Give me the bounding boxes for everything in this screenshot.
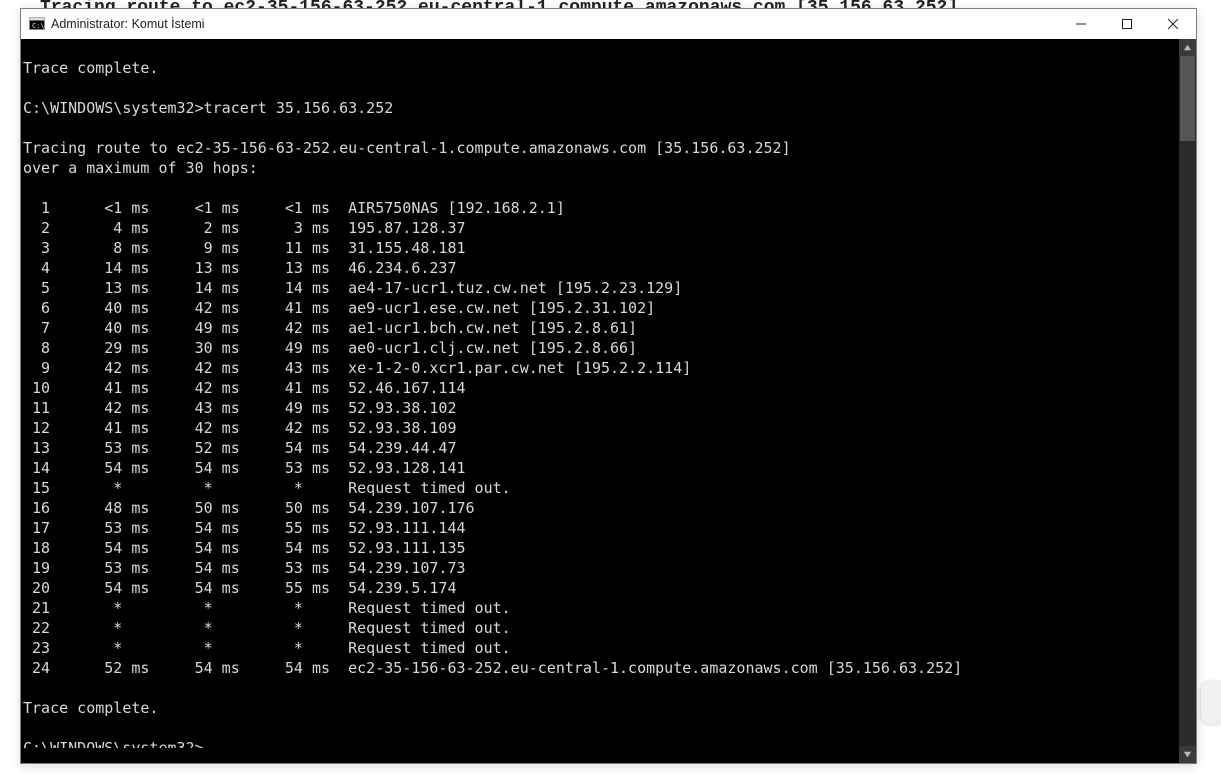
scrollbar-track[interactable] xyxy=(1179,56,1196,746)
close-button[interactable] xyxy=(1150,9,1196,39)
side-widget xyxy=(1201,680,1221,724)
command-prompt-window: C:\ Administrator: Komut İstemi Trace co… xyxy=(20,8,1197,764)
svg-text:C:\: C:\ xyxy=(32,22,45,30)
terminal-output[interactable]: Trace complete. C:\WINDOWS\system32>trac… xyxy=(21,54,1178,748)
titlebar[interactable]: C:\ Administrator: Komut İstemi xyxy=(21,9,1196,39)
window-title: Administrator: Komut İstemi xyxy=(51,17,205,31)
scroll-down-arrow-icon[interactable] xyxy=(1179,746,1196,763)
scrollbar-thumb[interactable] xyxy=(1180,56,1195,141)
cmd-icon: C:\ xyxy=(29,16,45,32)
terminal-client-area: Trace complete. C:\WINDOWS\system32>trac… xyxy=(21,39,1196,763)
maximize-button[interactable] xyxy=(1104,9,1150,39)
scroll-up-arrow-icon[interactable] xyxy=(1179,39,1196,56)
minimize-button[interactable] xyxy=(1058,9,1104,39)
vertical-scrollbar[interactable] xyxy=(1179,39,1196,763)
